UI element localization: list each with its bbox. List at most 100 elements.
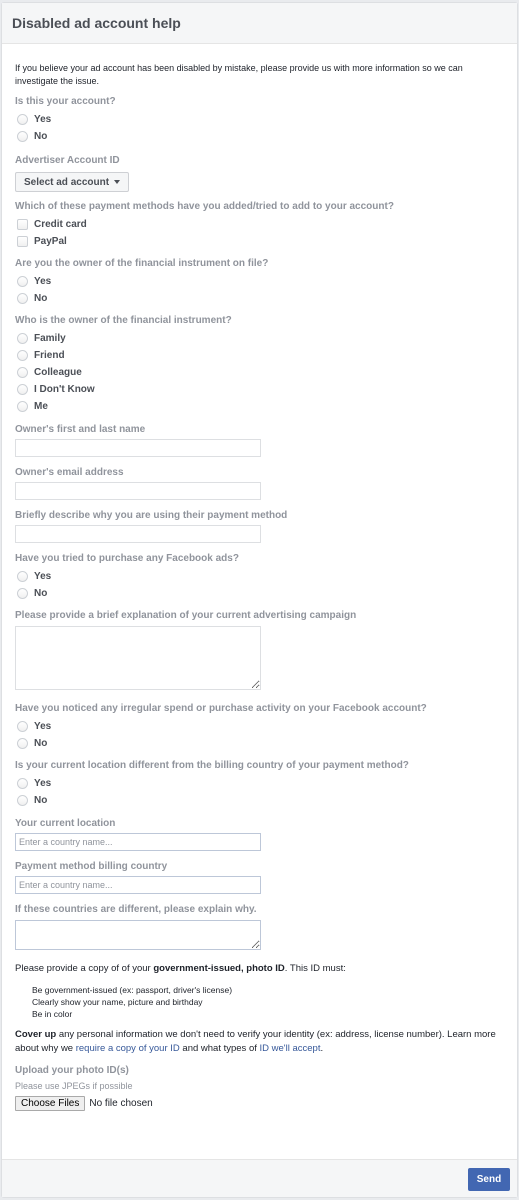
option-label: Friend	[34, 350, 65, 361]
radio-purchase-ads-no[interactable]: No	[15, 585, 504, 602]
billing-country-input[interactable]	[15, 876, 261, 894]
radio-location-diff-no[interactable]: No	[15, 792, 504, 809]
checkbox-credit-card[interactable]: Credit card	[15, 216, 504, 233]
radio-button[interactable]	[17, 401, 28, 412]
dialog-header: Disabled ad account help	[2, 3, 517, 44]
countries-explain-textarea[interactable]	[15, 920, 261, 950]
send-button[interactable]: Send	[468, 1168, 510, 1191]
radio-button[interactable]	[17, 571, 28, 582]
id-text-before: Please provide a copy of of your	[15, 963, 154, 974]
radio-button[interactable]	[17, 721, 28, 732]
radio-irregular-no[interactable]: No	[15, 735, 504, 752]
radio-own-account-no[interactable]: No	[15, 128, 504, 145]
option-label: Me	[34, 401, 48, 412]
id-text-after: . This ID must:	[284, 963, 346, 974]
option-label: I Don't Know	[34, 384, 95, 395]
option-label: Yes	[34, 276, 52, 287]
radio-button[interactable]	[17, 384, 28, 395]
radio-owner-family[interactable]: Family	[15, 330, 504, 347]
current-location-label: Your current location	[15, 818, 116, 829]
radio-location-diff-yes[interactable]: Yes	[15, 775, 504, 792]
upload-hint: Please use JPEGs if possible	[15, 1081, 133, 1091]
radio-button[interactable]	[17, 293, 28, 304]
option-label: No	[34, 293, 48, 304]
option-label: Yes	[34, 778, 52, 789]
select-ad-account-dropdown[interactable]: Select ad account	[15, 172, 130, 192]
option-label: Yes	[34, 571, 52, 582]
checkbox-paypal[interactable]: PayPal	[15, 233, 504, 250]
billing-country-label: Payment method billing country	[15, 861, 168, 872]
owner-email-input[interactable]	[15, 482, 261, 500]
campaign-explanation-label: Please provide a brief explanation of yo…	[15, 610, 357, 621]
id-requirements-list: Be government-issued (ex: passport, driv…	[15, 984, 504, 1020]
id-requirement-item: Be government-issued (ex: passport, driv…	[32, 985, 233, 995]
question-own-account: Is this your account?	[15, 96, 116, 107]
radio-owner-dont-know[interactable]: I Don't Know	[15, 381, 504, 398]
radio-button[interactable]	[17, 350, 28, 361]
intro-text: If you believe your ad account has been …	[15, 63, 463, 86]
option-label: PayPal	[34, 236, 67, 247]
question-irregular-spend: Have you noticed any irregular spend or …	[15, 703, 427, 714]
current-location-input[interactable]	[15, 833, 261, 851]
radio-button[interactable]	[17, 367, 28, 378]
photo-id-instructions: Please provide a copy of of your governm…	[15, 962, 504, 975]
radio-owner-instrument-no[interactable]: No	[15, 290, 504, 307]
option-label: Yes	[34, 721, 52, 732]
dialog-footer: Send	[2, 1159, 517, 1197]
option-label: No	[34, 795, 48, 806]
radio-button[interactable]	[17, 333, 28, 344]
radio-button[interactable]	[17, 131, 28, 142]
owner-name-input[interactable]	[15, 439, 261, 457]
id-text-bold: government-issued, photo ID	[153, 963, 285, 974]
dialog-title: Disabled ad account help	[12, 14, 181, 31]
option-label: No	[34, 131, 48, 142]
upload-photo-id-label: Upload your photo ID(s)	[15, 1065, 129, 1076]
checkbox[interactable]	[17, 236, 28, 247]
option-label: No	[34, 738, 48, 749]
form-body: If you believe your ad account has been …	[2, 44, 517, 1111]
choose-files-button[interactable]: Choose Files	[15, 1096, 86, 1111]
why-using-input[interactable]	[15, 525, 261, 543]
option-label: Family	[34, 333, 66, 344]
radio-irregular-yes[interactable]: Yes	[15, 718, 504, 735]
file-input: Choose Files No file chosen	[15, 1096, 504, 1111]
question-location-different: Is your current location different from …	[15, 760, 409, 771]
owner-email-label: Owner's email address	[15, 467, 124, 478]
option-label: Yes	[34, 114, 52, 125]
radio-owner-colleague[interactable]: Colleague	[15, 364, 504, 381]
disabled-ad-account-dialog: Disabled ad account help If you believe …	[1, 2, 518, 1198]
radio-owner-friend[interactable]: Friend	[15, 347, 504, 364]
radio-button[interactable]	[17, 588, 28, 599]
option-label: No	[34, 588, 48, 599]
radio-purchase-ads-yes[interactable]: Yes	[15, 568, 504, 585]
countries-explain-label: If these countries are different, please…	[15, 904, 257, 915]
question-purchase-ads: Have you tried to purchase any Facebook …	[15, 553, 239, 564]
radio-button[interactable]	[17, 738, 28, 749]
cover-up-mid: and what types of	[179, 1043, 260, 1054]
radio-own-account-yes[interactable]: Yes	[15, 111, 504, 128]
select-ad-account-label: Select ad account	[24, 176, 110, 188]
radio-button[interactable]	[17, 795, 28, 806]
question-owner-instrument: Are you the owner of the financial instr…	[15, 258, 269, 269]
option-label: Colleague	[34, 367, 82, 378]
question-payment-methods: Which of these payment methods have you …	[15, 201, 394, 212]
radio-button[interactable]	[17, 276, 28, 287]
radio-owner-instrument-yes[interactable]: Yes	[15, 273, 504, 290]
radio-button[interactable]	[17, 114, 28, 125]
require-id-link[interactable]: require a copy of your ID	[76, 1043, 180, 1054]
cover-up-end: .	[320, 1043, 324, 1054]
cover-up-notice: Cover up any personal information we don…	[15, 1028, 504, 1056]
checkbox[interactable]	[17, 219, 28, 230]
option-label: Credit card	[34, 219, 87, 230]
file-status: No file chosen	[89, 1098, 153, 1109]
caret-down-icon	[114, 180, 121, 184]
radio-owner-me[interactable]: Me	[15, 398, 504, 415]
why-using-label: Briefly describe why you are using their…	[15, 510, 288, 521]
radio-button[interactable]	[17, 778, 28, 789]
question-who-owner: Who is the owner of the financial instru…	[15, 315, 232, 326]
campaign-explanation-textarea[interactable]	[15, 626, 261, 690]
advertiser-account-id-label: Advertiser Account ID	[15, 155, 120, 166]
accepted-id-link[interactable]: ID we'll accept	[260, 1043, 321, 1054]
owner-name-label: Owner's first and last name	[15, 424, 146, 435]
id-requirement-item: Be in color	[32, 1009, 73, 1019]
